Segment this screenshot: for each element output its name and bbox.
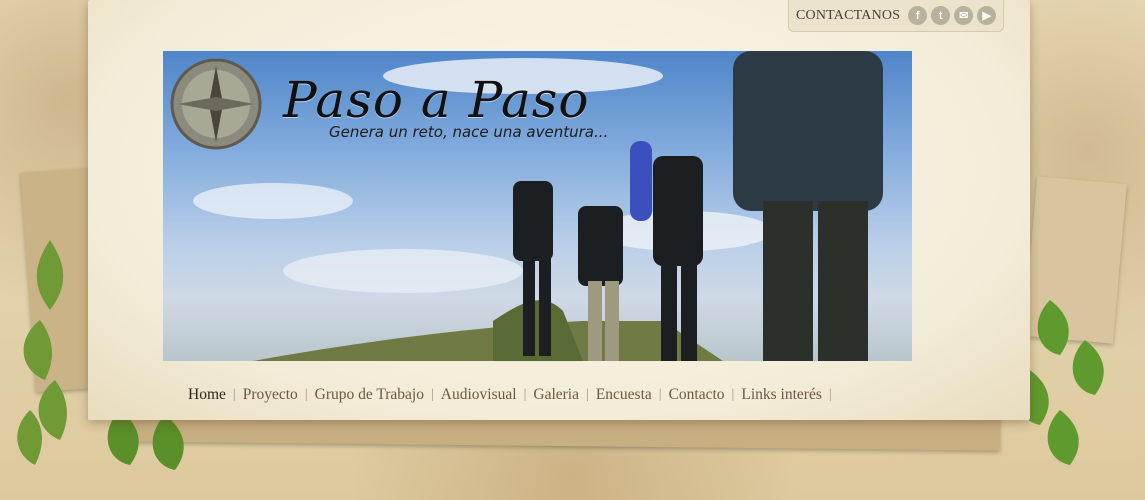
site-title: Paso a Paso [283, 71, 590, 129]
nav-item-contacto[interactable]: Contacto [662, 386, 732, 404]
nav-item-audiovisual[interactable]: Audiovisual [434, 386, 524, 404]
main-nav: Home | Proyecto | Grupo de Trabajo | Aud… [181, 386, 832, 404]
twitter-icon[interactable]: t [931, 6, 951, 25]
fern-left-icon [17, 240, 67, 465]
contact-link[interactable]: CONTACTANOS [796, 8, 900, 24]
hero-banner: Paso a Paso Genera un reto, nace una ave… [163, 51, 912, 361]
nav-item-home[interactable]: Home [181, 386, 233, 404]
contact-bar: CONTACTANOS f t ✉ ▶ [788, 0, 1004, 32]
youtube-icon[interactable]: ▶ [977, 6, 997, 25]
nav-item-galeria[interactable]: Galeria [526, 386, 586, 404]
nav-item-links-interes[interactable]: Links interés [734, 386, 829, 404]
email-icon[interactable]: ✉ [954, 6, 974, 25]
nav-item-grupo-de-trabajo[interactable]: Grupo de Trabajo [308, 386, 431, 404]
nav-separator: | [828, 387, 832, 402]
site-tagline: Genera un reto, nace una aventura... [329, 123, 609, 141]
facebook-icon[interactable]: f [908, 6, 928, 25]
nav-item-proyecto[interactable]: Proyecto [236, 386, 305, 404]
nav-item-encuesta[interactable]: Encuesta [589, 386, 659, 404]
